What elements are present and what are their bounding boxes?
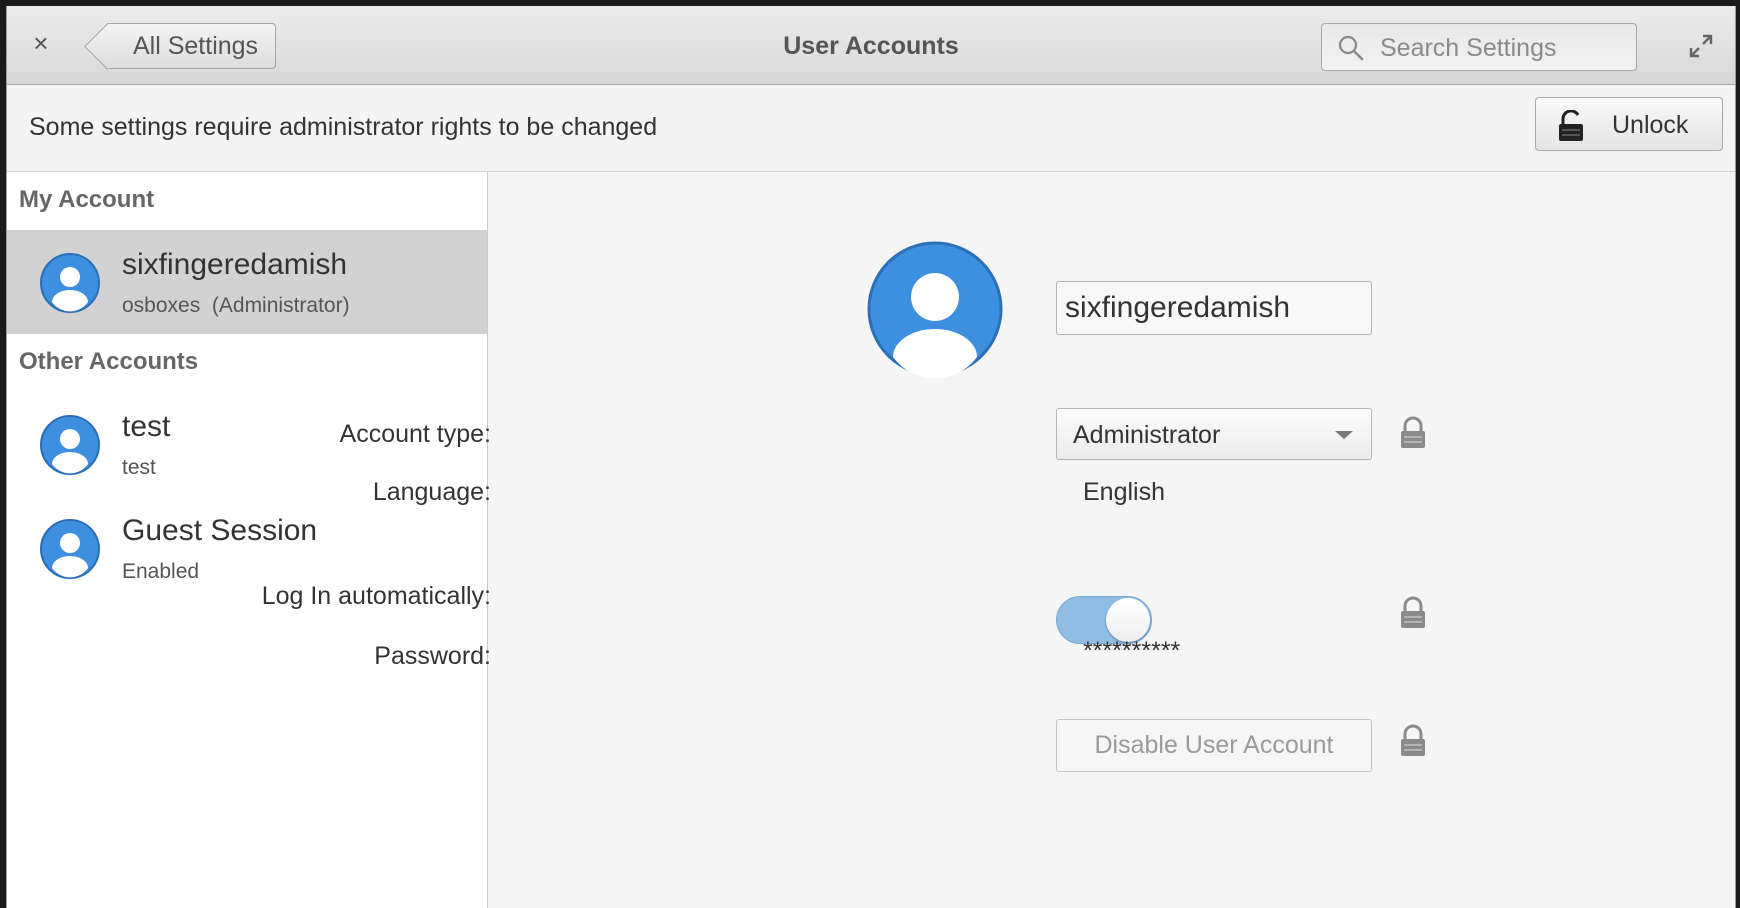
account-subtitle: test bbox=[122, 456, 156, 479]
search-field[interactable] bbox=[1321, 23, 1637, 71]
my-account-header: My Account bbox=[19, 186, 155, 213]
account-name: test bbox=[122, 410, 171, 443]
account-row-sixfingeredamish[interactable]: sixfingeredamish osboxes (Administrator) bbox=[7, 230, 487, 334]
switch-knob bbox=[1106, 598, 1150, 642]
lock-icon[interactable] bbox=[1399, 596, 1427, 630]
unlock-button[interactable]: Unlock bbox=[1535, 97, 1723, 151]
search-input[interactable] bbox=[1378, 32, 1627, 64]
lock-icon[interactable] bbox=[1399, 416, 1427, 450]
maximize-icon[interactable] bbox=[1687, 32, 1715, 60]
account-subtitle: osboxes (Administrator) bbox=[122, 294, 350, 317]
unlock-label: Unlock bbox=[1612, 111, 1689, 139]
language-label: Language: bbox=[372, 478, 491, 506]
avatar-icon bbox=[40, 519, 100, 579]
account-name: sixfingeredamish bbox=[122, 248, 348, 281]
account-type-value: Administrator bbox=[1073, 421, 1221, 449]
lock-open-icon bbox=[1559, 110, 1583, 141]
language-value[interactable]: English bbox=[1083, 478, 1165, 507]
lock-icon[interactable] bbox=[1399, 724, 1427, 758]
search-icon bbox=[1338, 35, 1364, 61]
account-subtitle: Enabled bbox=[122, 560, 200, 583]
disable-account-button[interactable]: Disable User Account bbox=[1056, 719, 1372, 772]
permission-message: Some settings require administrator righ… bbox=[29, 113, 658, 141]
avatar-icon bbox=[40, 253, 100, 313]
other-accounts-header: Other Accounts bbox=[19, 348, 199, 375]
accounts-sidebar: My Account sixfingeredamish osboxes (Adm… bbox=[7, 172, 488, 908]
chevron-down-icon bbox=[1335, 431, 1353, 439]
avatar-icon bbox=[40, 415, 100, 475]
autologin-label: Log In automatically: bbox=[261, 582, 491, 610]
password-label: Password: bbox=[374, 642, 491, 670]
password-value[interactable]: ********** bbox=[1083, 637, 1180, 666]
account-details-panel: Account type: Administrator Language: En… bbox=[262, 172, 1735, 908]
account-name: Guest Session bbox=[122, 514, 318, 547]
account-type-select[interactable]: Administrator bbox=[1056, 408, 1372, 460]
account-type-label: Account type: bbox=[339, 420, 491, 448]
permission-infobar: Some settings require administrator righ… bbox=[7, 85, 1735, 172]
settings-window: × All Settings User Accounts Some settin… bbox=[6, 6, 1736, 908]
header-bar: × All Settings User Accounts bbox=[7, 6, 1735, 85]
avatar-icon[interactable] bbox=[865, 239, 1005, 379]
full-name-field[interactable] bbox=[1056, 281, 1372, 335]
